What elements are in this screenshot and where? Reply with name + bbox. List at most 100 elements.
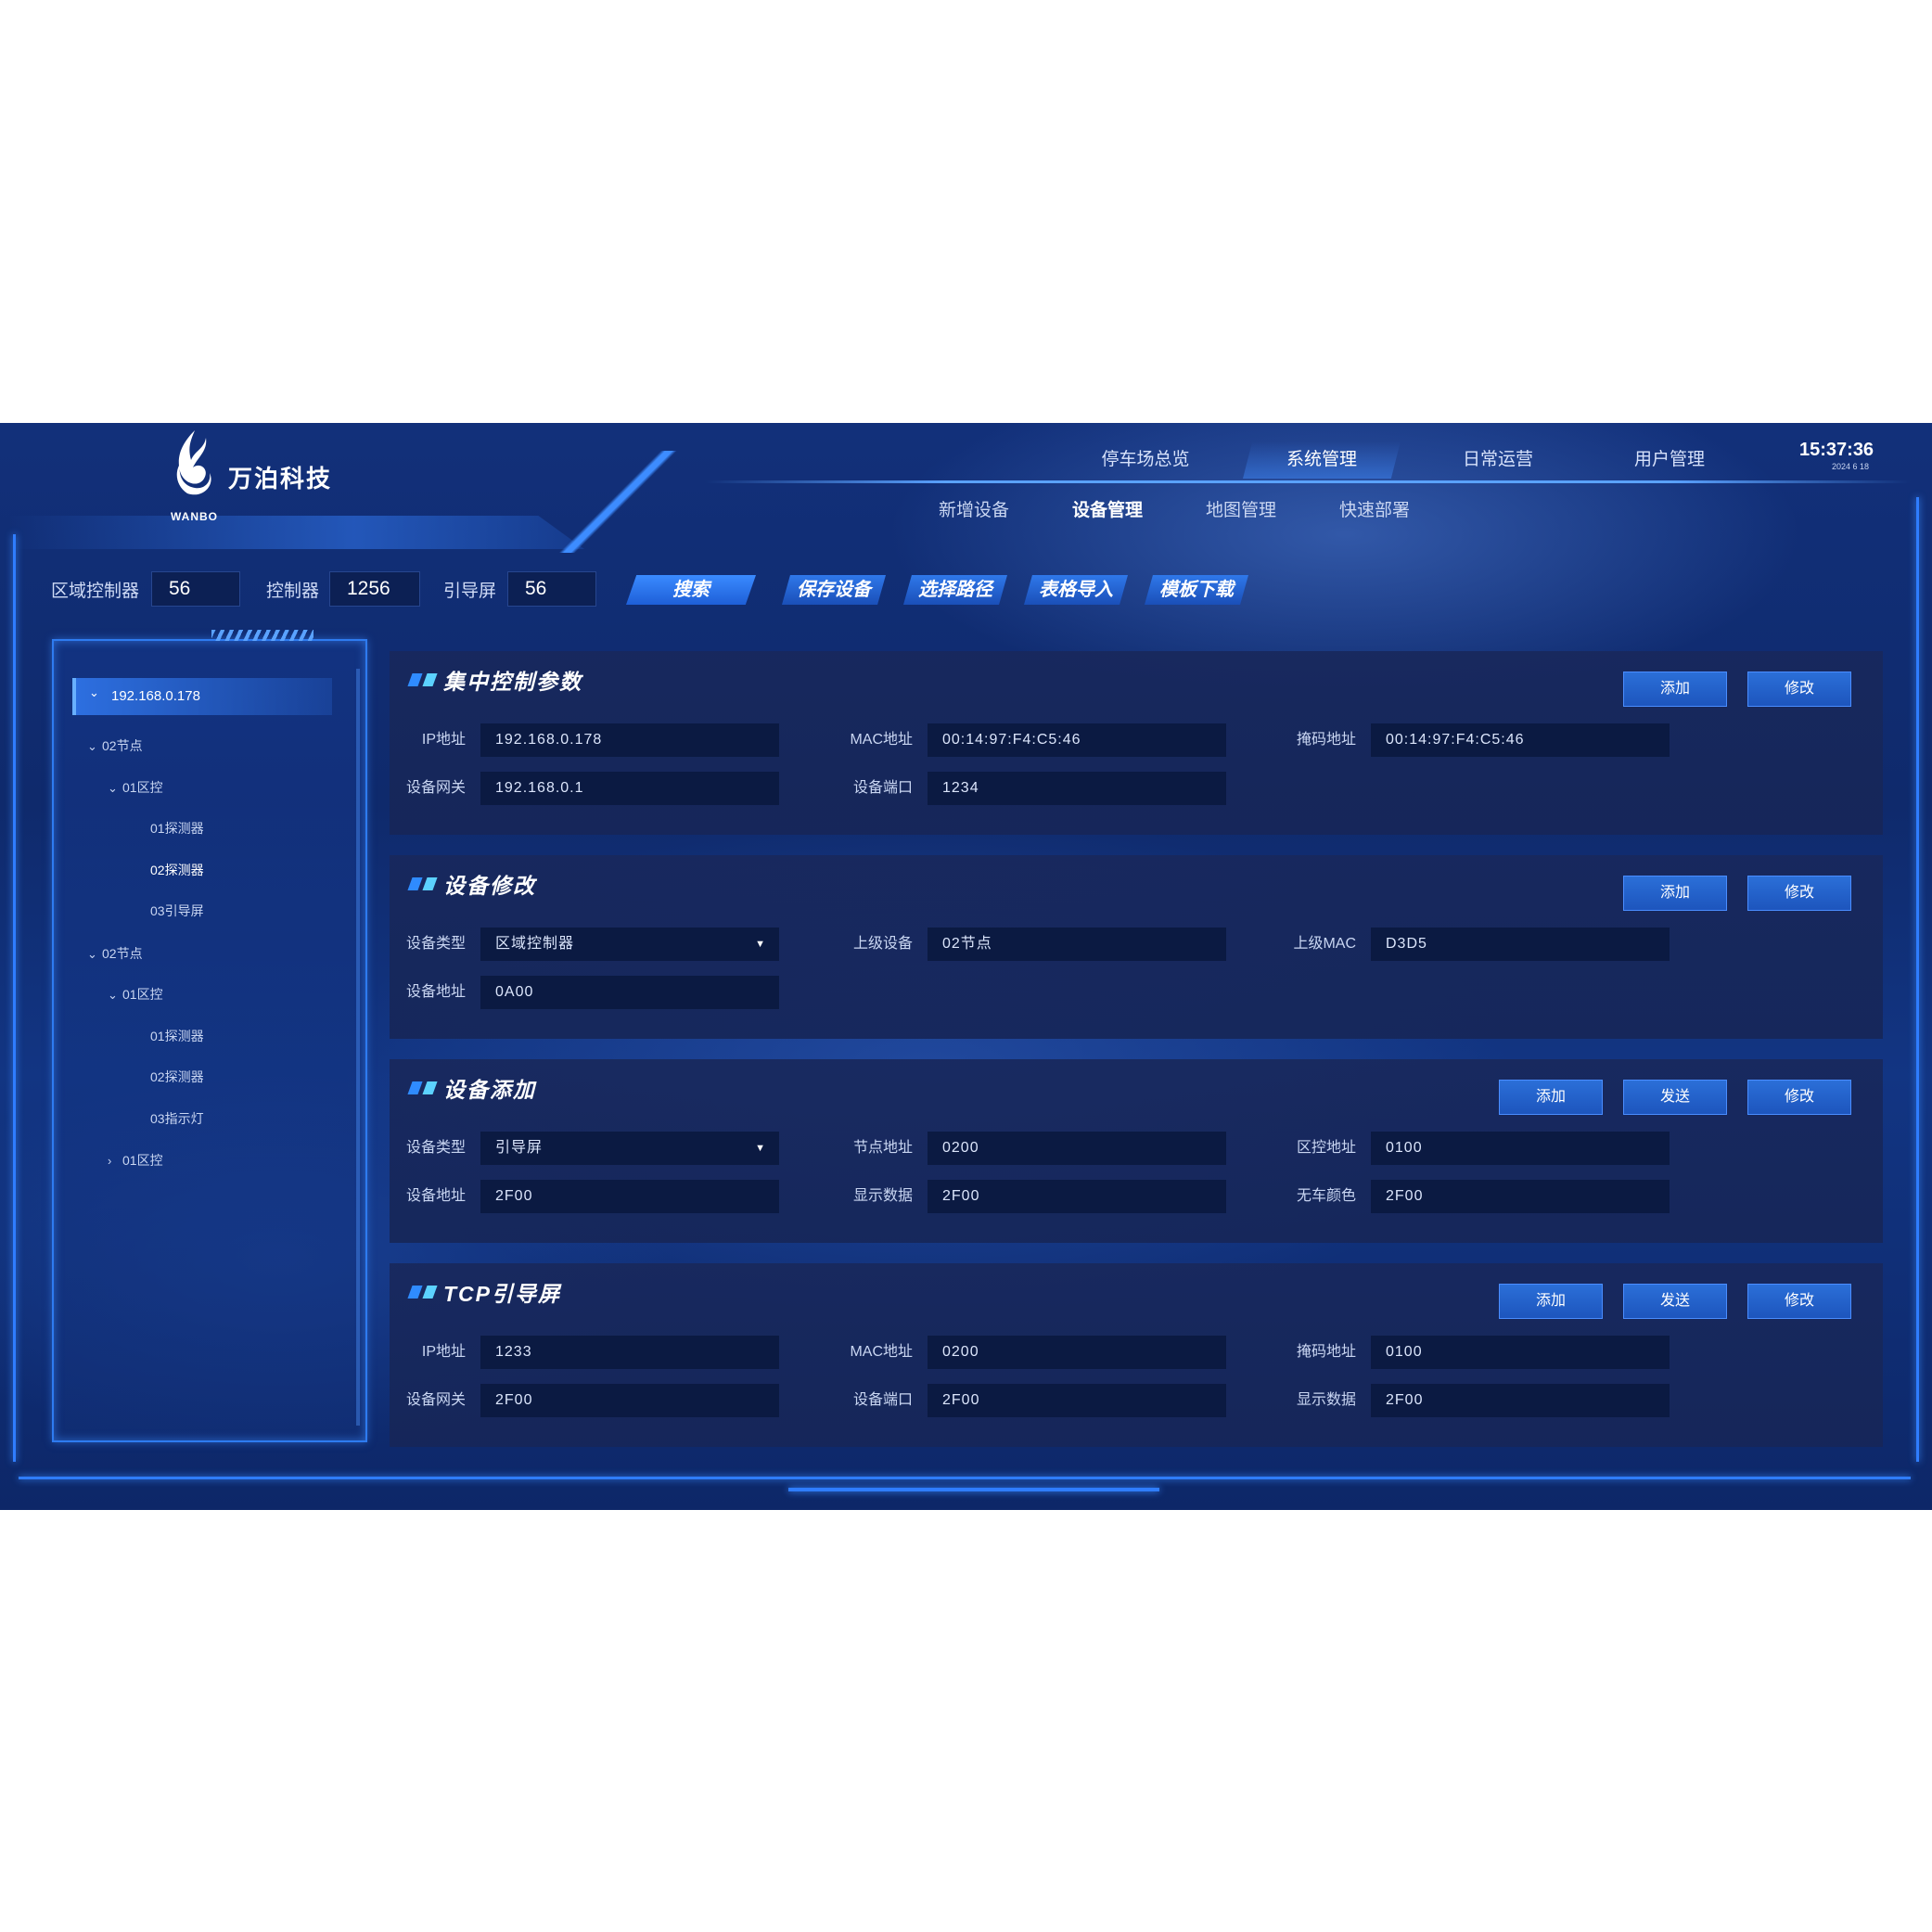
display-data-input[interactable]: 2F00 [1371, 1384, 1670, 1417]
field-label: 设备地址 [405, 984, 466, 1000]
tree-root-item[interactable]: ⌄ 192.168.0.178 [72, 678, 332, 715]
mac-address-input[interactable]: 0200 [928, 1336, 1226, 1369]
ip-address-input[interactable]: 192.168.0.178 [480, 723, 779, 757]
title-bars-icon [407, 673, 438, 686]
nav-system-management[interactable]: 系统管理 [1243, 441, 1401, 479]
send-button[interactable]: 发送 [1623, 1080, 1727, 1115]
device-type-select[interactable]: 区域控制器 ▼ [480, 928, 779, 961]
device-address-input[interactable]: 0A00 [480, 976, 779, 1009]
tree-item-label: 03引导屏 [150, 903, 204, 918]
panel-title: 设备修改 [443, 874, 536, 898]
mask-address-input[interactable]: 0100 [1371, 1336, 1670, 1369]
nav-daily-operation[interactable]: 日常运营 [1428, 441, 1567, 479]
field-label: MAC地址 [850, 1344, 913, 1360]
tree-item-detector-01b[interactable]: 01探测器 [150, 1024, 204, 1048]
nav-user-management[interactable]: 用户管理 [1600, 441, 1739, 479]
field-label: 设备网关 [405, 780, 466, 796]
node-address-input[interactable]: 0200 [928, 1132, 1226, 1165]
tree-item-label: 02节点 [102, 738, 143, 753]
subnav-add-device[interactable]: 新增设备 [939, 493, 1009, 529]
nav-underline [705, 480, 1911, 483]
subnav-quick-deploy[interactable]: 快速部署 [1339, 493, 1410, 529]
tree-scrollbar[interactable] [356, 669, 360, 1426]
tree-item-label: 01区控 [122, 987, 163, 1002]
tree-item-zone-01b[interactable]: ⌄ 01区控 [108, 982, 163, 1006]
send-button[interactable]: 发送 [1623, 1284, 1727, 1319]
tree-item-node-02[interactable]: ⌄ 02节点 [87, 734, 143, 758]
device-type-select[interactable]: 引导屏 ▼ [480, 1132, 779, 1165]
panel-tcp-guide-screen: TCP引导屏 添加 发送 修改 IP地址 1233 MAC地址 0200 掩码地… [390, 1263, 1883, 1447]
template-download-button[interactable]: 模板下载 [1145, 575, 1248, 605]
modify-button[interactable]: 修改 [1747, 1284, 1851, 1319]
chevron-down-icon: ⌄ [87, 739, 97, 753]
frame-left-line [13, 534, 16, 1462]
panel-device-modify: 设备修改 添加 修改 设备类型 区域控制器 ▼ 上级设备 02节点 上级MAC … [390, 855, 1883, 1039]
tree-item-label: 02节点 [102, 946, 143, 961]
tree-item-node-02b[interactable]: ⌄ 02节点 [87, 941, 143, 966]
no-car-color-input[interactable]: 2F00 [1371, 1180, 1670, 1213]
table-import-button[interactable]: 表格导入 [1024, 575, 1128, 605]
brand-sub: WANBO [171, 510, 218, 523]
port-input[interactable]: 1234 [928, 772, 1226, 805]
subnav-map-management[interactable]: 地图管理 [1206, 493, 1276, 529]
ip-address-input[interactable]: 1233 [480, 1336, 779, 1369]
mac-address-input[interactable]: 00:14:97:F4:C5:46 [928, 723, 1226, 757]
zone-address-input[interactable]: 0100 [1371, 1132, 1670, 1165]
device-address-input[interactable]: 2F00 [480, 1180, 779, 1213]
add-button[interactable]: 添加 [1623, 672, 1727, 707]
field-label: 上级MAC [1293, 936, 1356, 952]
controller-input[interactable]: 1256 [329, 571, 420, 607]
modify-button[interactable]: 修改 [1747, 672, 1851, 707]
field-label: IP地址 [421, 1344, 466, 1360]
tree-item-label: 01探测器 [150, 821, 204, 836]
field-label: 掩码地址 [1296, 1344, 1356, 1360]
modify-button[interactable]: 修改 [1747, 1080, 1851, 1115]
field-label: MAC地址 [850, 732, 913, 748]
select-value: 区域控制器 [495, 936, 575, 952]
mask-address-input[interactable]: 00:14:97:F4:C5:46 [1371, 723, 1670, 757]
panel-title: 集中控制参数 [443, 670, 582, 694]
brand-name: 万泊科技 [228, 465, 333, 493]
guide-screen-label: 引导屏 [443, 582, 497, 601]
field-label: 掩码地址 [1296, 732, 1356, 748]
frame-bottom-accent [788, 1488, 1159, 1491]
tree-item-guide-screen-03[interactable]: 03引导屏 [150, 899, 204, 923]
field-label: 设备类型 [405, 936, 466, 952]
subnav-device-management[interactable]: 设备管理 [1072, 493, 1143, 529]
device-tree-panel: ⌄ 192.168.0.178 ⌄ 02节点 ⌄ 01区控 01探测器 02探测器 … [52, 630, 367, 1442]
title-bars-icon [407, 1081, 438, 1094]
gateway-input[interactable]: 192.168.0.1 [480, 772, 779, 805]
tree-item-detector-01[interactable]: 01探测器 [150, 816, 204, 840]
guide-screen-input[interactable]: 56 [507, 571, 596, 607]
tree-item-zone-01[interactable]: ⌄ 01区控 [108, 775, 163, 800]
tree-item-zone-01c[interactable]: › 01区控 [108, 1148, 163, 1172]
tree-item-indicator-03[interactable]: 03指示灯 [150, 1107, 204, 1131]
add-button[interactable]: 添加 [1623, 876, 1727, 911]
panel-central-control: 集中控制参数 添加 修改 IP地址 192.168.0.178 MAC地址 00… [390, 651, 1883, 835]
display-data-input[interactable]: 2F00 [928, 1180, 1226, 1213]
header-slash [557, 451, 686, 553]
select-path-button[interactable]: 选择路径 [903, 575, 1007, 605]
gateway-input[interactable]: 2F00 [480, 1384, 779, 1417]
field-label: 设备网关 [405, 1392, 466, 1408]
field-label: 设备端口 [852, 780, 913, 796]
tree-item-label: 02探测器 [150, 1069, 204, 1084]
chevron-down-icon: ⌄ [108, 988, 118, 1002]
controller-label: 控制器 [266, 582, 320, 601]
save-device-button[interactable]: 保存设备 [782, 575, 886, 605]
brand-logo[interactable]: 万泊科技 WANBO [167, 429, 352, 523]
parent-mac-input[interactable]: D3D5 [1371, 928, 1670, 961]
port-input[interactable]: 2F00 [928, 1384, 1226, 1417]
tree-item-detector-02[interactable]: 02探测器 [150, 858, 204, 882]
area-controller-input[interactable]: 56 [151, 571, 240, 607]
chevron-right-icon: › [108, 1154, 112, 1168]
modify-button[interactable]: 修改 [1747, 876, 1851, 911]
add-button[interactable]: 添加 [1499, 1284, 1603, 1319]
add-button[interactable]: 添加 [1499, 1080, 1603, 1115]
parent-device-input[interactable]: 02节点 [928, 928, 1226, 961]
tree-item-label: 03指示灯 [150, 1111, 204, 1126]
header: 万泊科技 WANBO 停车场总览 系统管理 日常运营 用户管理 新增设备 设备管… [0, 423, 1932, 553]
tree-item-detector-02b[interactable]: 02探测器 [150, 1065, 204, 1089]
nav-parking-overview[interactable]: 停车场总览 [1076, 441, 1215, 479]
search-button[interactable]: 搜索 [626, 575, 756, 605]
